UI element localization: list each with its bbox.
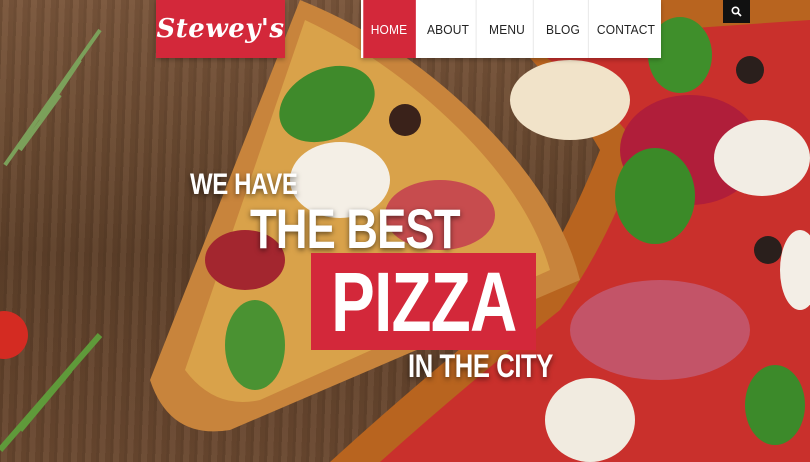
hero-pizza-banner: PIZZA <box>311 253 536 350</box>
hero-line-the-best: THE BEST <box>250 197 461 260</box>
hero-section: WE HAVE THE BEST PIZZA IN THE CITY <box>0 0 810 462</box>
hero-line-pizza: PIZZA <box>330 254 517 349</box>
hero-line-in-the-city: IN THE CITY <box>408 348 553 384</box>
